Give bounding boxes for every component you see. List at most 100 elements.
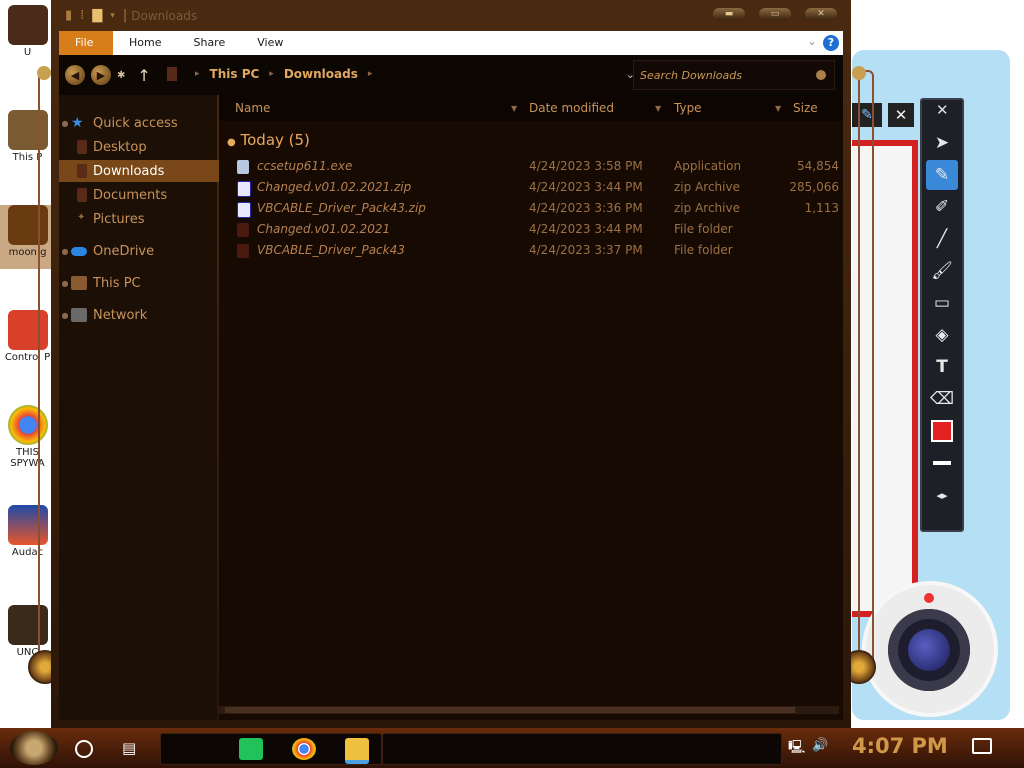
- column-dropdown-icon[interactable]: ▼: [511, 104, 517, 113]
- text-tool-icon[interactable]: T: [926, 352, 958, 382]
- recent-locations-icon[interactable]: ✱: [117, 70, 125, 81]
- file-explorer-window: ▮ ⁞ ▇ ▾ | Downloads ▬ ▭ ✕ File Home Shar…: [51, 0, 851, 728]
- sidebar-item-quick-access[interactable]: ● ★ Quick access: [59, 112, 213, 134]
- expand-chevron-icon[interactable]: ●: [59, 279, 71, 288]
- tab-view[interactable]: View: [241, 31, 299, 55]
- documents-folder-icon: [77, 188, 87, 202]
- customize-toolbar-icon[interactable]: ▾: [110, 11, 115, 21]
- file-type: File folder: [674, 243, 733, 257]
- eraser-tool-icon[interactable]: ⌫: [926, 384, 958, 414]
- search-box[interactable]: [633, 60, 835, 90]
- search-icon[interactable]: [816, 70, 826, 80]
- help-button[interactable]: ?: [823, 35, 839, 51]
- up-arrow-icon[interactable]: ↑: [137, 66, 150, 85]
- quick-access-toolbar: ▮ ⁞ ▇ ▾ |: [51, 8, 127, 23]
- file-name: ccsetup611.exe: [257, 159, 353, 173]
- tab-share[interactable]: Share: [177, 31, 241, 55]
- computer-icon: [71, 276, 87, 290]
- network-icon: [71, 308, 87, 322]
- expand-chevron-icon[interactable]: ●: [59, 119, 71, 128]
- horizontal-scrollbar[interactable]: [219, 706, 839, 714]
- breadcrumb-downloads[interactable]: Downloads: [284, 67, 358, 81]
- rivet-icon: [852, 66, 866, 80]
- close-button[interactable]: ✕: [805, 8, 837, 20]
- title-bar[interactable]: ▮ ⁞ ▇ ▾ | Downloads ▬ ▭ ✕: [51, 0, 851, 31]
- file-row[interactable]: Changed.v01.02.2021 4/24/2023 3:44 PM Fi…: [219, 220, 843, 240]
- sidebar-item-desktop[interactable]: Desktop ✎: [59, 136, 231, 158]
- file-row[interactable]: VBCABLE_Driver_Pack43.zip 4/24/2023 3:36…: [219, 199, 843, 219]
- color-swatch[interactable]: [926, 416, 958, 446]
- file-date: 4/24/2023 3:37 PM: [529, 243, 643, 257]
- close-toolbar-icon[interactable]: ✕: [936, 101, 949, 119]
- column-dropdown-icon[interactable]: ▼: [655, 104, 661, 113]
- volume-icon[interactable]: 🔊: [812, 738, 828, 753]
- sheets-icon[interactable]: [239, 738, 263, 760]
- sidebar-item-onedrive[interactable]: ● OneDrive: [59, 240, 213, 262]
- file-row[interactable]: Changed.v01.02.2021.zip 4/24/2023 3:44 P…: [219, 178, 843, 198]
- cloud-icon: [71, 246, 87, 256]
- maximize-button[interactable]: ▭: [759, 8, 791, 20]
- sidebar-item-documents[interactable]: Documents ✎: [59, 184, 231, 206]
- column-header-name[interactable]: Name: [235, 101, 270, 115]
- close-panel-button[interactable]: ✕: [888, 103, 914, 127]
- expand-chevron-icon[interactable]: ●: [59, 247, 71, 256]
- webcam-widget[interactable]: [866, 585, 994, 713]
- column-header-date[interactable]: Date modified: [529, 101, 614, 115]
- column-header-size[interactable]: Size: [793, 101, 818, 115]
- search-circle-icon[interactable]: [75, 740, 93, 758]
- address-bar[interactable]: ▸ This PC ▸ Downloads ▸ ⌄ ↻: [167, 59, 661, 89]
- search-input[interactable]: [634, 67, 812, 83]
- file-row[interactable]: ccsetup611.exe 4/24/2023 3:58 PM Applica…: [219, 157, 843, 177]
- fill-tool-icon[interactable]: ◈: [926, 320, 958, 350]
- rectangle-tool-icon[interactable]: ▭: [926, 288, 958, 318]
- breadcrumb-separator: ▸: [195, 69, 200, 79]
- brush-tool-icon[interactable]: 🖌: [926, 256, 958, 286]
- file-date: 4/24/2023 3:44 PM: [529, 222, 643, 236]
- file-size: 1,113: [804, 201, 839, 215]
- network-tray-icon[interactable]: 🖳: [788, 738, 805, 760]
- scrollbar-thumb[interactable]: [225, 707, 795, 713]
- group-header[interactable]: ● Today (5): [227, 131, 310, 149]
- tab-home[interactable]: Home: [113, 31, 177, 55]
- chrome-icon[interactable]: [292, 738, 316, 760]
- desktop-icon[interactable]: U: [0, 5, 55, 58]
- clock[interactable]: 4:07 PM: [852, 734, 948, 758]
- sidebar-item-label: Documents: [93, 187, 168, 203]
- start-button[interactable]: [10, 731, 58, 765]
- tab-file[interactable]: File: [59, 31, 113, 55]
- task-view-icon[interactable]: ▤: [122, 739, 136, 757]
- drawing-toolbar: ➤ ✎ ✐ ╱ 🖌 ▭ ◈ T ⌫ ◂▸: [920, 98, 964, 532]
- properties-icon[interactable]: ⁞: [80, 8, 84, 23]
- pointer-tool-icon[interactable]: ➤: [926, 128, 958, 158]
- column-header-type[interactable]: Type: [674, 101, 702, 115]
- file-name: Changed.v01.02.2021.zip: [257, 180, 412, 194]
- app-icon: [7, 5, 48, 45]
- explorer-icon: ▮: [65, 8, 73, 23]
- collapse-toolbar-icon[interactable]: ◂▸: [926, 480, 958, 510]
- window-title: Downloads: [131, 8, 198, 23]
- minimize-button[interactable]: ▬: [713, 8, 745, 20]
- collapse-group-icon[interactable]: ●: [227, 137, 236, 148]
- column-dropdown-icon[interactable]: ▼: [775, 104, 781, 113]
- pen-tool-icon[interactable]: ✎: [926, 160, 958, 190]
- marker-tool-icon[interactable]: ✐: [926, 192, 958, 222]
- breadcrumb-this-pc[interactable]: This PC: [210, 67, 260, 81]
- sidebar-item-this-pc[interactable]: ● This PC: [59, 272, 213, 294]
- file-explorer-icon[interactable]: [345, 738, 369, 764]
- folder-icon: [237, 244, 249, 258]
- computer-icon: [167, 67, 177, 81]
- forward-button[interactable]: ▶: [91, 65, 111, 85]
- line-tool-icon[interactable]: ╱: [926, 224, 958, 254]
- expand-chevron-icon[interactable]: ●: [59, 311, 71, 320]
- sidebar-item-network[interactable]: ● Network: [59, 304, 213, 326]
- sidebar-item-pictures[interactable]: ✦ Pictures ✎: [59, 208, 231, 230]
- camera-lens-icon: [888, 609, 970, 691]
- back-button[interactable]: ◀: [65, 65, 85, 85]
- sidebar-item-label: OneDrive: [93, 243, 155, 259]
- sidebar-item-downloads[interactable]: Downloads ✎: [59, 160, 231, 182]
- notifications-icon[interactable]: [972, 738, 992, 754]
- stroke-width-icon[interactable]: [926, 448, 958, 478]
- new-folder-icon[interactable]: ▇: [92, 8, 102, 23]
- file-row[interactable]: VBCABLE_Driver_Pack43 4/24/2023 3:37 PM …: [219, 241, 843, 261]
- expand-ribbon-icon[interactable]: ⌄: [807, 34, 817, 48]
